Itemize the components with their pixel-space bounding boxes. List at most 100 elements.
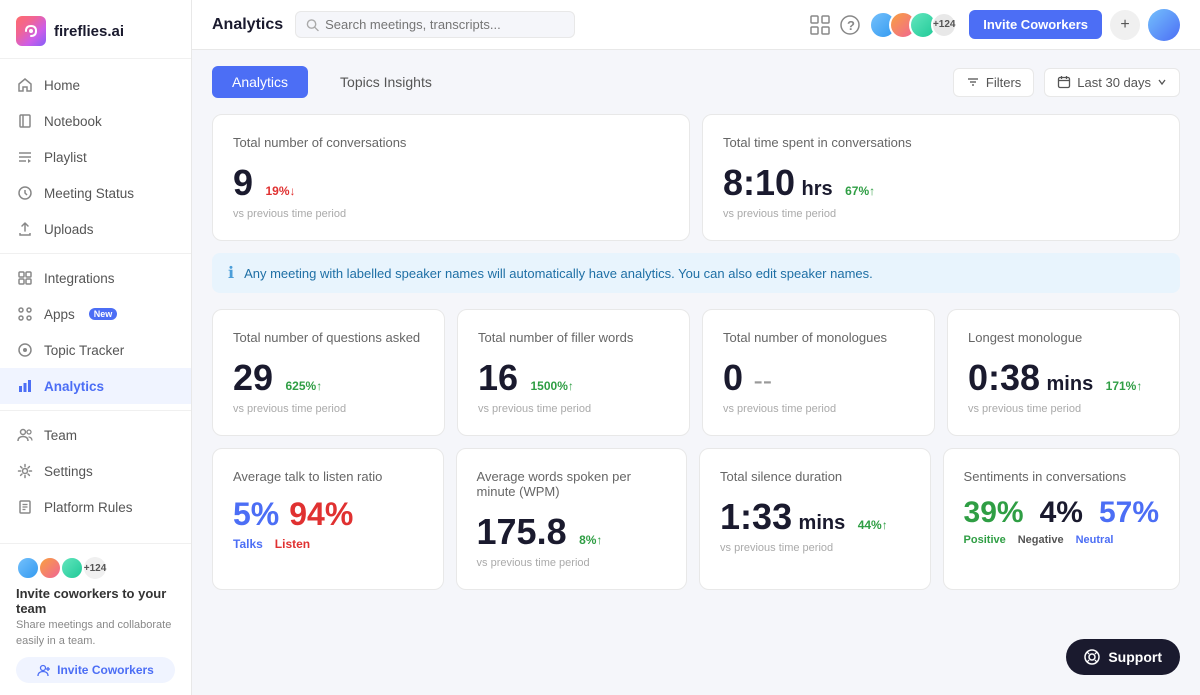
- stat-value: 9: [233, 162, 253, 203]
- sidebar-item-uploads[interactable]: Uploads: [0, 211, 191, 247]
- sidebar-nav: Home Notebook Playlist: [0, 59, 191, 543]
- help-icon: ?: [839, 14, 861, 36]
- stat-vs: vs previous time period: [478, 403, 669, 415]
- stat-card-time-spent: Total time spent in conversations 8:10 h…: [702, 114, 1180, 241]
- stat-change: 8%↑: [579, 533, 602, 547]
- date-range-button[interactable]: Last 30 days: [1044, 68, 1180, 97]
- sidebar-item-label: Integrations: [44, 271, 115, 286]
- talk-value: 5%: [233, 496, 279, 533]
- sidebar-item-meeting-status[interactable]: Meeting Status: [0, 175, 191, 211]
- home-icon: [16, 76, 34, 94]
- stat-vs: vs previous time period: [720, 542, 910, 554]
- search-bar[interactable]: [295, 11, 575, 38]
- stat-title: Longest monologue: [968, 330, 1159, 345]
- stat-value: 1:33: [720, 496, 792, 537]
- listen-label: Listen: [275, 537, 310, 551]
- search-icon: [306, 18, 319, 32]
- stat-card-longest-monologue: Longest monologue 0:38 mins 171%↑ vs pre…: [947, 309, 1180, 436]
- sidebar-item-playlist[interactable]: Playlist: [0, 139, 191, 175]
- sentiment-positive-value: 39%: [964, 496, 1024, 529]
- logo-icon: [16, 16, 46, 46]
- sidebar-item-label: Meeting Status: [44, 186, 134, 201]
- stat-card-silence: Total silence duration 1:33 mins 44%↑ vs…: [699, 448, 931, 590]
- sidebar-item-team[interactable]: Team: [0, 417, 191, 453]
- stat-title: Average talk to listen ratio: [233, 469, 423, 484]
- sidebar-item-label: Home: [44, 78, 80, 93]
- sidebar-item-integrations[interactable]: Integrations: [0, 260, 191, 296]
- stat-vs: vs previous time period: [723, 403, 914, 415]
- stat-title: Total number of filler words: [478, 330, 669, 345]
- stats-top-grid: Total number of conversations 9 19%↓ vs …: [212, 114, 1180, 241]
- invite-title: Invite coworkers to your team: [16, 586, 175, 616]
- stats-mid-grid: Total number of questions asked 29 625%↑…: [212, 309, 1180, 436]
- sidebar-item-home[interactable]: Home: [0, 67, 191, 103]
- support-button[interactable]: Support: [1066, 639, 1180, 675]
- stat-card-monologues: Total number of monologues 0 -- vs previ…: [702, 309, 935, 436]
- talk-label: Talks: [233, 537, 263, 551]
- stat-unit: hrs: [802, 178, 833, 200]
- tab-topics[interactable]: Topics Insights: [320, 66, 452, 98]
- playlist-icon: [16, 148, 34, 166]
- user-avatar[interactable]: [1148, 9, 1180, 41]
- sentiment-positive-label: Positive: [964, 534, 1006, 546]
- filter-button[interactable]: Filters: [953, 68, 1034, 97]
- stat-value: 0:38: [968, 357, 1040, 398]
- stat-value: 175.8: [477, 511, 567, 552]
- sidebar-item-label: Topic Tracker: [44, 343, 124, 358]
- info-banner: ℹ Any meeting with labelled speaker name…: [212, 253, 1180, 293]
- stat-change: 67%↑: [845, 184, 875, 198]
- stat-value: 8:10: [723, 162, 795, 203]
- invite-desc: Share meetings and collaborate easily in…: [16, 618, 175, 649]
- avatar: [16, 556, 40, 580]
- header: Analytics ? +124: [192, 0, 1200, 50]
- stat-card-filler-words: Total number of filler words 16 1500%↑ v…: [457, 309, 690, 436]
- content-area: Analytics Topics Insights Filters: [192, 50, 1200, 695]
- tab-analytics[interactable]: Analytics: [212, 66, 308, 98]
- sidebar-item-label: Analytics: [44, 379, 104, 394]
- chevron-down-icon: [1157, 77, 1167, 87]
- stat-title: Total silence duration: [720, 469, 910, 484]
- grid-icon: [809, 14, 831, 36]
- add-button[interactable]: +: [1110, 10, 1140, 40]
- svg-text:?: ?: [847, 18, 855, 33]
- stat-title: Total number of conversations: [233, 135, 669, 150]
- invite-avatar-count: +124: [84, 557, 106, 579]
- sidebar-item-label: Team: [44, 428, 77, 443]
- sidebar-item-analytics[interactable]: Analytics: [0, 368, 191, 404]
- sidebar: fireflies.ai Home Notebook: [0, 0, 192, 695]
- search-input[interactable]: [325, 17, 564, 32]
- banner-text: Any meeting with labelled speaker names …: [244, 266, 873, 281]
- sidebar-item-platform-rules[interactable]: Platform Rules: [0, 489, 191, 525]
- filter-icon: [966, 75, 980, 89]
- sidebar-invite-button[interactable]: Invite Coworkers: [16, 657, 175, 683]
- stat-dash: --: [753, 365, 772, 396]
- sidebar-item-apps[interactable]: Apps New: [0, 296, 191, 332]
- sentiment-neutral-value: 57%: [1099, 496, 1159, 529]
- stat-title: Total time spent in conversations: [723, 135, 1159, 150]
- stat-card-questions: Total number of questions asked 29 625%↑…: [212, 309, 445, 436]
- logo-area: fireflies.ai: [0, 0, 191, 59]
- stat-change: 1500%↑: [531, 379, 574, 393]
- apps-badge: New: [89, 308, 118, 320]
- invite-coworkers-button[interactable]: Invite Coworkers: [969, 10, 1102, 39]
- sentiment-negative-label: Negative: [1018, 534, 1064, 546]
- stat-change: 625%↑: [286, 379, 323, 393]
- stat-vs: vs previous time period: [723, 208, 1159, 220]
- sidebar-item-settings[interactable]: Settings: [0, 453, 191, 489]
- avatar: [60, 556, 84, 580]
- sidebar-item-label: Notebook: [44, 114, 102, 129]
- sidebar-item-label: Playlist: [44, 150, 87, 165]
- sidebar-item-topic-tracker[interactable]: Topic Tracker: [0, 332, 191, 368]
- stat-change: 44%↑: [858, 518, 888, 532]
- info-icon: ℹ: [228, 263, 234, 283]
- meeting-icon: [16, 184, 34, 202]
- rules-icon: [16, 498, 34, 516]
- sidebar-item-notebook[interactable]: Notebook: [0, 103, 191, 139]
- calendar-icon: [1057, 75, 1071, 89]
- sidebar-item-label: Uploads: [44, 222, 94, 237]
- invite-icon: [37, 663, 51, 677]
- main-content: Analytics ? +124: [192, 0, 1200, 695]
- stat-title: Average words spoken per minute (WPM): [477, 469, 667, 499]
- stat-card-sentiments: Sentiments in conversations 39% 4% 57% P…: [943, 448, 1180, 590]
- stat-title: Sentiments in conversations: [964, 469, 1159, 484]
